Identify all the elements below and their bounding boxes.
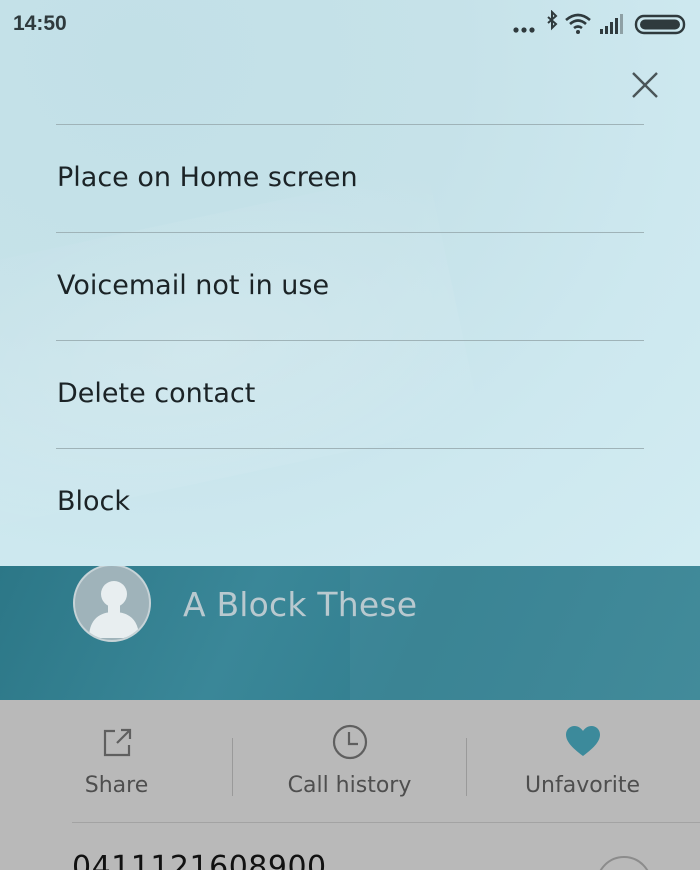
menu-divider [56,340,644,341]
call-history-label: Call history [287,773,412,798]
share-button[interactable]: Share [0,700,233,822]
menu-divider [56,124,644,125]
menu-divider [56,232,644,233]
contact-actions: Share Call history Unfavorite 0411121608… [0,700,700,870]
contact-options-menu: 14:50 Place on Home screen Voicemail not… [0,0,700,566]
unfavorite-label: Unfavorite [524,773,641,798]
heart-icon [565,726,600,756]
call-history-button[interactable]: Call history [233,700,466,822]
menu-item-label: Delete contact [57,378,256,409]
phone-number[interactable]: 0411121608900 [72,850,327,870]
contact-avatar[interactable] [73,564,151,642]
battery-icon [634,14,686,35]
contact-name: A Block These [183,585,418,624]
call-button[interactable] [596,856,652,870]
menu-item-label: Voicemail not in use [57,270,330,301]
menu-item-label: Block [57,486,131,517]
share-label: Share [84,773,149,798]
share-icon [103,728,131,757]
menu-divider [56,448,644,449]
status-time: 14:50 [13,12,67,35]
signal-icon [600,14,623,34]
wifi-icon [565,13,591,34]
clock-icon [332,724,367,760]
menu-item-place-on-home-screen[interactable]: Place on Home screen [0,126,700,232]
status-bar: 14:50 [0,0,700,48]
section-divider [72,822,700,823]
menu-item-block[interactable]: Block [0,450,700,556]
status-icons [513,10,686,35]
bluetooth-icon [547,10,558,31]
close-button[interactable] [626,66,664,104]
unfavorite-button[interactable]: Unfavorite [466,700,699,822]
menu-item-delete-contact[interactable]: Delete contact [0,342,700,448]
menu-item-label: Place on Home screen [57,162,358,193]
close-icon [632,72,658,98]
more-dots-icon [513,27,535,33]
menu-item-voicemail[interactable]: Voicemail not in use [0,234,700,340]
